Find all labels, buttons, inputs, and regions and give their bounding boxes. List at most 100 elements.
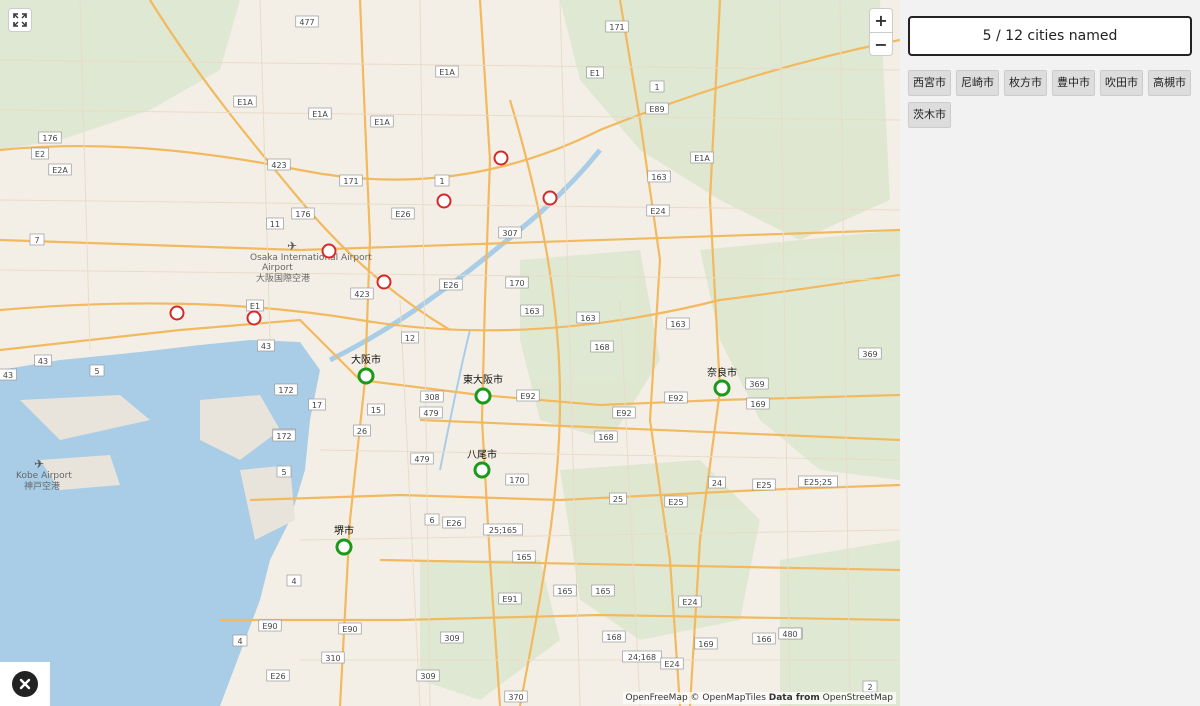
road-shield: 43 xyxy=(257,339,275,352)
road-shield-label: E90 xyxy=(262,622,277,631)
city-marker-found[interactable] xyxy=(357,367,375,385)
road-shield: E25;25 xyxy=(798,475,838,488)
road-shield-label: 370 xyxy=(508,693,523,702)
road-shield-label: 176 xyxy=(42,134,57,143)
city-marker-found[interactable] xyxy=(474,387,492,405)
city-marker-found[interactable] xyxy=(713,379,731,397)
zoom-in-button[interactable]: + xyxy=(870,9,892,32)
airport-label-itami-jp: 大阪国際空港 xyxy=(256,272,310,284)
road-shield-label: 168 xyxy=(598,433,613,442)
minus-icon: − xyxy=(874,35,888,54)
map-attribution: OpenFreeMap © OpenMapTiles Data from Ope… xyxy=(622,692,896,704)
zoom-out-button[interactable]: − xyxy=(870,32,892,55)
road-shield-label: E92 xyxy=(616,409,631,418)
road-shield-label: E2 xyxy=(35,150,45,159)
road-shield: 17 xyxy=(308,398,326,411)
road-shield-label: 15 xyxy=(371,406,381,415)
zoom-control: + − xyxy=(869,8,893,56)
city-marker-unfound[interactable] xyxy=(246,310,262,326)
city-marker-unfound[interactable] xyxy=(493,150,509,166)
road-shield-label: 170 xyxy=(509,476,524,485)
road-shield-label: E1 xyxy=(250,302,260,311)
airport-label-kobe-en: Kobe Airport xyxy=(16,471,72,481)
road-shield-label: 169 xyxy=(698,640,713,649)
road-shield: 308 xyxy=(420,390,444,403)
road-shield: 168 xyxy=(594,430,618,443)
road-shield: 6 xyxy=(424,513,440,526)
answer-chip[interactable]: 尼崎市 xyxy=(956,70,999,96)
road-shield-label: 17 xyxy=(312,401,322,410)
road-shield: E24 xyxy=(678,595,702,608)
road-shield-label: 172 xyxy=(276,432,291,441)
fullscreen-icon xyxy=(13,13,27,27)
road-shield-label: 24 xyxy=(712,479,722,488)
road-shield: 307 xyxy=(498,226,522,239)
city-marker-unfound[interactable] xyxy=(169,305,185,321)
svg-text:✈: ✈ xyxy=(287,239,297,253)
road-shield-label: 171 xyxy=(343,177,358,186)
city-marker-found[interactable] xyxy=(335,538,353,556)
attribution-osm-link[interactable]: OpenStreetMap xyxy=(823,693,893,703)
road-shield: E90 xyxy=(338,622,362,635)
road-shield: 309 xyxy=(440,631,464,644)
road-shield: 166 xyxy=(752,632,776,645)
road-shield-label: 369 xyxy=(862,350,877,359)
answer-chip[interactable]: 茨木市 xyxy=(908,102,951,128)
road-shield-label: E1A xyxy=(312,110,328,119)
road-shield: 479 xyxy=(410,452,434,465)
road-shield-label: 169 xyxy=(750,400,765,409)
road-shield-label: 369 xyxy=(749,380,764,389)
city-marker-unfound[interactable] xyxy=(321,243,337,259)
score-display: 5 / 12 cities named xyxy=(908,16,1192,56)
road-shield-label: 477 xyxy=(299,18,314,27)
road-shield: E26 xyxy=(442,516,466,529)
city-marker-unfound[interactable] xyxy=(542,190,558,206)
road-shield-label: 479 xyxy=(423,409,438,418)
city-marker-found[interactable] xyxy=(473,461,491,479)
city-label-found: 奈良市 xyxy=(707,366,737,379)
answer-chip[interactable]: 枚方市 xyxy=(1004,70,1047,96)
road-shield-label: 172 xyxy=(278,386,293,395)
road-shield: E91 xyxy=(498,592,522,605)
road-shield: 165 xyxy=(591,584,615,597)
road-shield-label: 163 xyxy=(580,314,595,323)
road-shield: 163 xyxy=(576,311,600,324)
road-shield: 170 xyxy=(505,473,529,486)
road-shield-label: E91 xyxy=(502,595,517,604)
road-shield: 165 xyxy=(553,584,577,597)
close-icon xyxy=(12,671,38,697)
road-shield-label: 170 xyxy=(509,279,524,288)
answer-chip[interactable]: 西宮市 xyxy=(908,70,951,96)
road-shield: 26 xyxy=(353,424,371,437)
city-marker-unfound[interactable] xyxy=(436,193,452,209)
fullscreen-button[interactable] xyxy=(8,8,32,32)
road-shield-label: E26 xyxy=(446,519,461,528)
map-view[interactable]: ✈ Osaka International Airport Airport 大阪… xyxy=(0,0,900,706)
road-shield-label: 309 xyxy=(444,634,459,643)
road-shield-label: E25 xyxy=(756,481,771,490)
road-shield-label: E1A xyxy=(694,154,710,163)
answer-chip[interactable]: 豊中市 xyxy=(1052,70,1095,96)
road-shield: 176 xyxy=(38,131,62,144)
attribution-tiles-link[interactable]: OpenFreeMap © OpenMapTiles xyxy=(626,693,766,703)
road-shield: 171 xyxy=(339,174,363,187)
close-button[interactable] xyxy=(0,662,50,706)
road-shield: E24 xyxy=(646,204,670,217)
answer-chip[interactable]: 吹田市 xyxy=(1100,70,1143,96)
road-shield: 170 xyxy=(505,276,529,289)
road-shield-label: 171 xyxy=(609,23,624,32)
road-shield-label: 165 xyxy=(557,587,572,596)
answer-chip[interactable]: 高槻市 xyxy=(1148,70,1191,96)
road-shield-label: 423 xyxy=(354,290,369,299)
road-shield: 172 xyxy=(272,429,296,442)
road-shield: 24 xyxy=(708,476,726,489)
road-shield: 163 xyxy=(647,170,671,183)
road-shield: 370 xyxy=(504,690,528,703)
city-marker-unfound[interactable] xyxy=(376,274,392,290)
road-shield: 309 xyxy=(416,669,440,682)
road-shield-label: 163 xyxy=(670,320,685,329)
road-shield-label: 24;168 xyxy=(628,653,656,662)
road-shield: E1A xyxy=(308,107,332,120)
road-shield: 168 xyxy=(590,340,614,353)
city-label-found: 堺市 xyxy=(334,524,354,537)
